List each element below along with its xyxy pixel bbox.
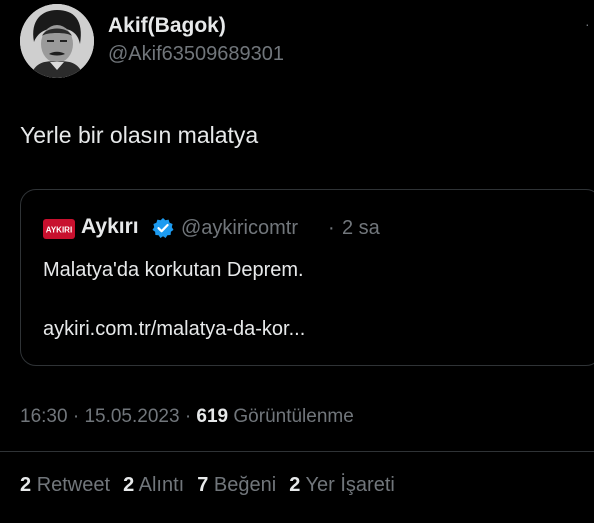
divider [0,451,594,452]
quote-text: Malatya'da korkutan Deprem. [43,259,304,281]
retweets-stat[interactable]: 2 Retweet [20,474,110,496]
retweets-label: Retweet [36,474,111,496]
meta-separator: · [72,406,80,427]
views-count: 619 [196,406,229,427]
quote-separator: · [328,217,335,239]
logo-text: AYKIRI [46,226,72,235]
meta-separator: · [184,406,192,427]
tweet-meta: 16:30 · 15.05.2023 · 619 Görüntülenme [20,406,354,428]
avatar[interactable] [20,4,94,78]
tweet-date[interactable]: 15.05.2023 [84,406,179,427]
bookmarks-count: 2 [289,474,301,496]
quotes-label: Alıntı [138,474,185,496]
engagement-stats: 2 Retweet 2 Alıntı 7 Beğeni 2 Yer İşareti [20,474,395,497]
more-options-icon[interactable]: · [585,16,592,32]
quoted-tweet-card[interactable]: AYKIRI Aykırı @aykiricomtr · 2 sa Malaty… [20,189,594,366]
quotes-stat[interactable]: 2 Alıntı [123,474,184,496]
bookmarks-stat[interactable]: 2 Yer İşareti [289,474,395,496]
aykiri-logo: AYKIRI [43,219,75,239]
bookmarks-label: Yer İşareti [305,474,395,496]
tweet-text: Yerle bir olasın malatya [20,122,259,148]
quote-author-name[interactable]: Aykırı [81,215,139,239]
quote-link[interactable]: aykiri.com.tr/malatya-da-kor... [43,318,305,341]
verified-badge-icon [152,218,174,238]
quotes-count: 2 [123,474,135,496]
likes-label: Beğeni [213,474,277,496]
retweets-count: 2 [20,474,32,496]
likes-stat[interactable]: 7 Beğeni [197,474,276,496]
author-handle[interactable]: @Akif63509689301 [108,43,284,66]
views-label: Görüntülenme [233,406,354,427]
author-name[interactable]: Akif(Bagok) [108,14,226,38]
tweet-time[interactable]: 16:30 [20,406,68,427]
avatar-photo [20,4,94,78]
quote-author-handle[interactable]: @aykiricomtr [181,217,298,240]
likes-count: 7 [197,474,209,496]
quote-timestamp[interactable]: 2 sa [342,217,380,240]
